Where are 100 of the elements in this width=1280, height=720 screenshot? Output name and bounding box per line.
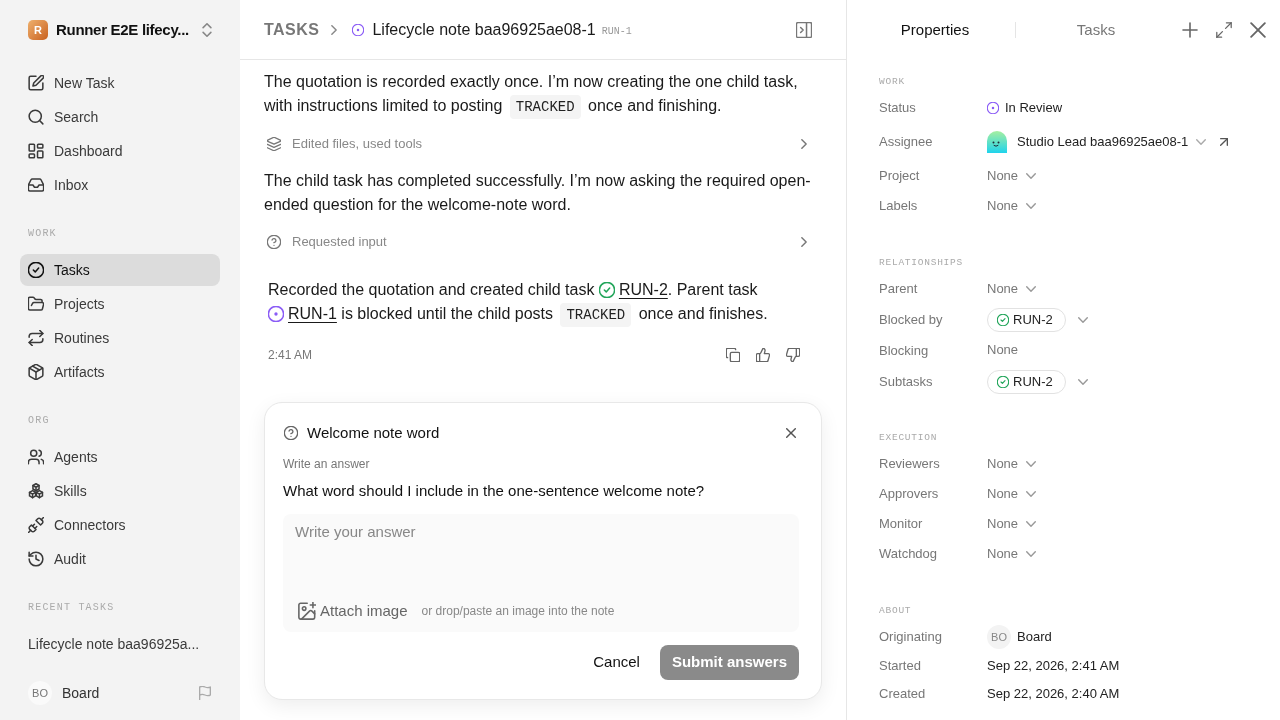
- attach-hint: or drop/paste an image into the note: [421, 603, 615, 619]
- layers-icon: [267, 137, 281, 151]
- value-select[interactable]: None: [987, 196, 1037, 216]
- chevron-down-icon: [1196, 139, 1207, 145]
- chevron-right-icon: [801, 237, 807, 247]
- chevron-down-icon: [1026, 203, 1037, 209]
- property-label: Originating: [879, 628, 942, 647]
- chevrons-up-down-icon: [202, 23, 212, 37]
- nav-item[interactable]: Artifacts: [20, 356, 220, 388]
- breadcrumb-link[interactable]: TASKS: [264, 17, 320, 42]
- property-label: Parent: [879, 280, 918, 299]
- chevron-down-icon[interactable]: [1077, 317, 1088, 323]
- close-icon[interactable]: [1250, 22, 1266, 38]
- activity-row[interactable]: Edited files, used tools: [264, 132, 822, 156]
- smiley-avatar-icon: [987, 131, 1009, 153]
- section-heading: WORK: [28, 227, 57, 241]
- section-heading: ORG: [28, 414, 50, 428]
- task-link[interactable]: RUN-1: [268, 305, 337, 322]
- pen-square-icon: [28, 75, 44, 91]
- section-heading: RECENT TASKS: [28, 601, 115, 615]
- value-select[interactable]: None: [987, 484, 1037, 504]
- chevron-down-icon[interactable]: [1077, 379, 1088, 385]
- search-icon: [28, 109, 44, 125]
- property-label: Started: [879, 657, 921, 676]
- property-label: Reviewers: [879, 455, 940, 474]
- property-label: Project: [879, 167, 920, 186]
- section-heading: EXECUTION: [879, 431, 938, 445]
- chevron-down-icon: [1026, 461, 1037, 467]
- arrow-up-right-icon[interactable]: [1220, 138, 1229, 146]
- property-label: Blocking: [879, 342, 929, 361]
- package-icon: [28, 364, 44, 380]
- property-label: Blocked by: [879, 311, 943, 330]
- expand-icon[interactable]: [1216, 22, 1232, 38]
- chevron-down-icon: [1026, 551, 1037, 557]
- activity-row[interactable]: Requested input: [264, 230, 822, 254]
- nav-item[interactable]: Routines: [20, 322, 220, 354]
- user-avatar: BO: [28, 681, 52, 705]
- value-select[interactable]: None: [987, 166, 1037, 186]
- user-name: Board: [62, 684, 100, 703]
- nav-item[interactable]: Projects: [20, 288, 220, 320]
- attach-image-button[interactable]: Attach image: [298, 599, 408, 623]
- property-label: Approvers: [879, 485, 939, 504]
- tab[interactable]: Properties: [855, 14, 1015, 46]
- tab[interactable]: Tasks: [1016, 14, 1176, 46]
- answer-field[interactable]: Write your answer Attach image or drop/paste an image into the note: [283, 514, 799, 632]
- chevron-down-icon: [1026, 491, 1037, 497]
- answer-mode-label: Write an answer: [283, 456, 370, 472]
- value-select[interactable]: None: [987, 544, 1037, 564]
- chevron-right-icon: [331, 24, 338, 35]
- property-label: Subtasks: [879, 373, 933, 392]
- message-text: The quotation is recorded exactly once. I’m now creating the one child task, with instructions limited to posting TRACKED once and finishing.: [264, 70, 812, 119]
- nav-item[interactable]: Search: [20, 101, 220, 133]
- panel-toggle-icon[interactable]: [796, 21, 812, 38]
- property-label: Status: [879, 99, 916, 118]
- nav-item[interactable]: Connectors: [20, 509, 220, 541]
- question-text: What word should I include in the one-sentence welcome note?: [283, 481, 705, 501]
- copy-icon[interactable]: [726, 348, 740, 362]
- nav-item[interactable]: Dashboard: [20, 135, 220, 167]
- task-link[interactable]: RUN-2: [598, 281, 668, 298]
- user-avatar: BO: [987, 625, 1011, 649]
- nav-item[interactable]: Inbox: [20, 169, 220, 201]
- nav-item[interactable]: New Task: [20, 67, 220, 99]
- message-text: The child task has completed successfully. I’m now asking the required open-ended question for the welcome-note word.: [264, 171, 812, 215]
- inline-code: TRACKED: [560, 303, 632, 327]
- nav-item[interactable]: Tasks: [20, 254, 220, 286]
- thumbs-down-icon[interactable]: [786, 348, 800, 362]
- chevron-down-icon: [1026, 521, 1037, 527]
- image-plus-icon: [298, 602, 316, 620]
- nav-item[interactable]: Skills: [20, 475, 220, 507]
- recent-task-item[interactable]: Lifecycle note baa96925a...: [20, 628, 220, 660]
- status-select[interactable]: In Review: [987, 98, 1063, 118]
- task-title: Lifecycle note baa96925ae08-1: [372, 19, 596, 40]
- plus-icon[interactable]: [1182, 22, 1198, 38]
- cubes-icon: [28, 483, 44, 499]
- property-value: Sep 22, 2026, 2:40 AM: [987, 685, 1120, 704]
- thumbs-up-icon[interactable]: [756, 348, 770, 362]
- task-id: RUN-1: [601, 25, 632, 39]
- property-label: Monitor: [879, 515, 923, 534]
- folder-icon: [28, 296, 44, 312]
- chevron-down-icon: [1026, 286, 1037, 292]
- assignee-select[interactable]: Studio Lead baa96925ae08-1: [1017, 132, 1207, 152]
- workspace-logo: R: [28, 20, 48, 40]
- value-select[interactable]: None: [987, 279, 1037, 299]
- nav-item[interactable]: Agents: [20, 441, 220, 473]
- section-heading: RELATIONSHIPS: [879, 256, 963, 270]
- value-select[interactable]: None: [987, 454, 1037, 474]
- workspace-switcher[interactable]: R Runner E2E lifecy...: [20, 20, 220, 40]
- nav-item[interactable]: Audit: [20, 543, 220, 575]
- value-select[interactable]: None: [987, 514, 1037, 534]
- cancel-button[interactable]: Cancel: [581, 645, 652, 680]
- property-value: Board: [1017, 628, 1052, 647]
- history-icon: [28, 551, 44, 567]
- close-icon[interactable]: [786, 428, 796, 438]
- grid-icon: [28, 143, 44, 159]
- card-title: Welcome note word: [307, 422, 440, 443]
- plug-icon: [28, 517, 44, 533]
- inline-code: TRACKED: [509, 95, 581, 119]
- property-value: Sep 22, 2026, 2:41 AM: [987, 657, 1120, 676]
- property-value: None: [987, 341, 1019, 360]
- section-heading: ABOUT: [879, 604, 912, 618]
